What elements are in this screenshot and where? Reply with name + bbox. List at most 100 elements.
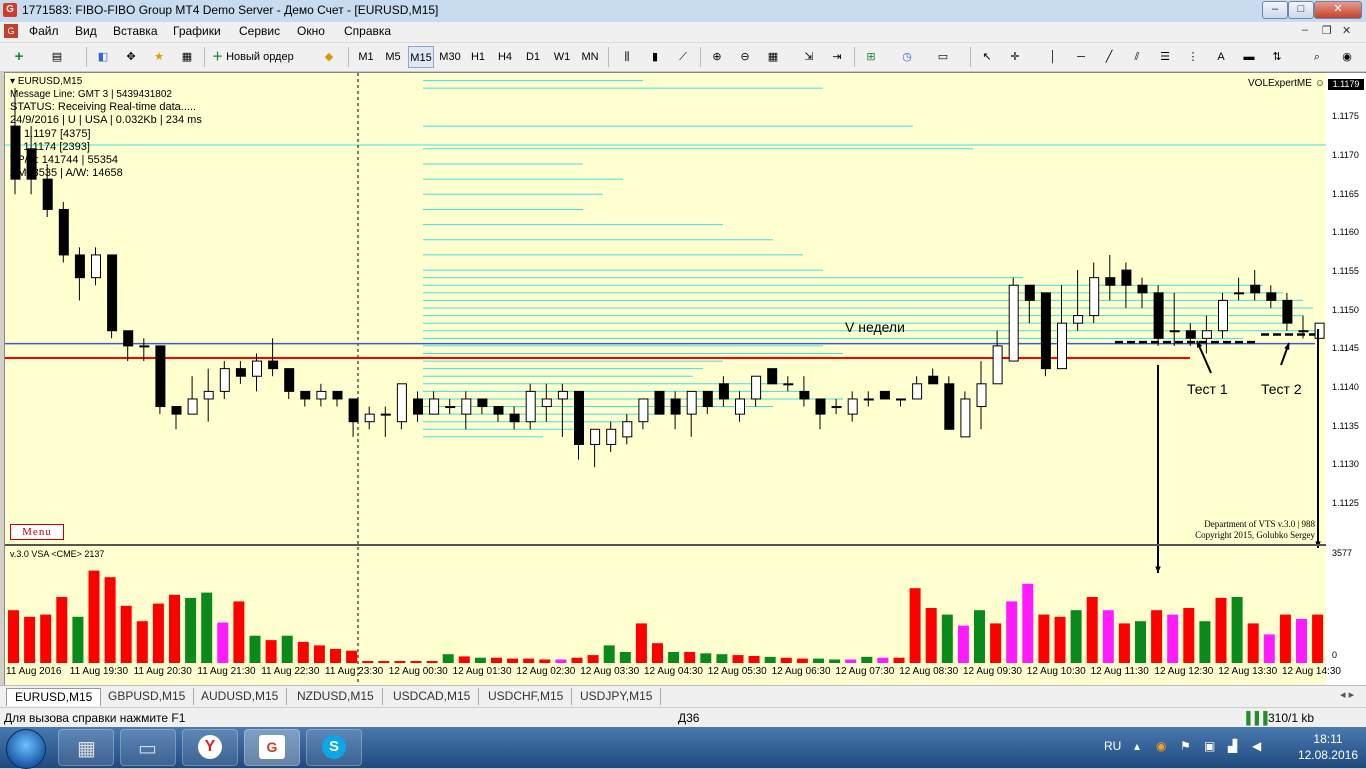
computer-app[interactable]: ▭	[120, 729, 176, 766]
cursor-icon[interactable]: ↖	[976, 46, 998, 68]
autotrading-icon[interactable]: ◆	[318, 46, 340, 68]
tile-windows-icon[interactable]: ▦	[762, 46, 784, 68]
new-order-button[interactable]: ＋ Новый ордер	[212, 46, 312, 68]
community-icon[interactable]: ◉	[1336, 46, 1358, 68]
indicators-icon[interactable]: ⊞	[860, 46, 882, 68]
menu-tools[interactable]: Сервис	[239, 24, 280, 38]
chart-shift-icon[interactable]: ⇥	[826, 46, 848, 68]
terminal-icon[interactable]: ▦	[176, 46, 198, 68]
tray-arrow-icon[interactable]: ▴	[1134, 739, 1140, 753]
zoom-in-icon[interactable]: ⊕	[706, 46, 728, 68]
price-axis[interactable]: 1.1179 1.1175 1.1170 1.1165 1.1160 1.115…	[1326, 72, 1366, 685]
tab-usdjpy[interactable]: USDJPY,M15	[572, 688, 662, 705]
favorites-icon[interactable]: ★	[148, 46, 170, 68]
volume-bar	[652, 643, 663, 663]
tab-usdchf[interactable]: USDCHF,M15	[480, 688, 573, 705]
trendline-icon[interactable]: ╱	[1098, 46, 1120, 68]
text-tool-icon[interactable]: A	[1210, 46, 1232, 68]
tab-usdcad[interactable]: USDCAD,M15	[385, 688, 480, 705]
profiles-icon[interactable]: ▤	[46, 46, 68, 68]
close-button[interactable]: ✕	[1314, 1, 1362, 19]
time-tick: 12 Aug 05:30	[707, 666, 767, 677]
crosshair-icon[interactable]: ✛	[1004, 46, 1026, 68]
candle-body	[751, 375, 762, 400]
price-chart[interactable]	[5, 73, 1331, 685]
price-tick: 1.1135	[1332, 421, 1359, 431]
new-chart-icon[interactable]: +	[8, 46, 30, 68]
volume-bar	[877, 657, 889, 663]
menu-help[interactable]: Справка	[344, 24, 391, 38]
tf-mn-button[interactable]: MN	[578, 46, 602, 68]
skype-app[interactable]: S	[306, 729, 362, 766]
tf-h1-button[interactable]: H1	[466, 46, 490, 68]
tf-m5-button[interactable]: M5	[381, 46, 405, 68]
tab-nzdusd[interactable]: NZDUSD,M15	[289, 688, 383, 705]
tab-audusd[interactable]: AUDUSD,M15	[193, 688, 288, 705]
maximize-button[interactable]: □	[1288, 1, 1314, 19]
time-tick: 11 Aug 2016	[6, 666, 62, 677]
templates-icon[interactable]: ▭	[932, 46, 954, 68]
tab-eurusd[interactable]: EURUSD,M15	[6, 688, 102, 706]
candle-body	[268, 360, 279, 370]
volume-bar	[603, 645, 615, 663]
navigator-icon[interactable]: ✥	[120, 46, 142, 68]
minimize-button[interactable]: –	[1262, 1, 1288, 19]
tf-m1-button[interactable]: M1	[354, 46, 378, 68]
computer-icon: ▭	[138, 738, 157, 760]
tab-gbpusd[interactable]: GBPUSD,M15	[100, 688, 195, 705]
traffic-status[interactable]: 310/1 kb	[1268, 711, 1314, 725]
mdi-close-icon[interactable]: ✕	[1342, 24, 1351, 37]
menu-file[interactable]: Файл	[29, 24, 59, 38]
candle-body	[622, 421, 633, 438]
line-chart-icon[interactable]: ⟋	[672, 46, 694, 68]
tf-m15-button[interactable]: M15	[408, 46, 434, 68]
chart-window[interactable]: ▾ EURUSD,M15 Message Line: GMT 3 | 54394…	[4, 72, 1332, 686]
mdi-restore-icon[interactable]: ❐	[1322, 24, 1332, 37]
tf-h4-button[interactable]: H4	[493, 46, 517, 68]
time-tick: 12 Aug 04:30	[644, 666, 703, 677]
tray-app-icon[interactable]: ◉	[1156, 739, 1166, 753]
menu-charts[interactable]: Графики	[173, 24, 221, 38]
menu-view[interactable]: Вид	[75, 24, 97, 38]
candle-body	[42, 178, 53, 210]
menu-window[interactable]: Окно	[297, 24, 325, 38]
candle-body	[413, 398, 423, 415]
tf-d1-button[interactable]: D1	[521, 46, 545, 68]
calculator-app[interactable]: ▦	[58, 729, 114, 766]
market-watch-icon[interactable]: ◧	[92, 46, 114, 68]
mdi-minimize-icon[interactable]: –	[1302, 24, 1308, 36]
search-icon[interactable]: ⌕	[1306, 46, 1328, 68]
menu-insert[interactable]: Вставка	[113, 24, 158, 38]
tf-w1-button[interactable]: W1	[549, 46, 575, 68]
clock[interactable]: 18:11 12.08.2016	[1298, 731, 1358, 763]
horizontal-line-icon[interactable]: ─	[1070, 46, 1092, 68]
fibogroup-app[interactable]: G	[244, 729, 300, 766]
vertical-line-icon[interactable]: │	[1042, 46, 1064, 68]
tf-m30-button[interactable]: M30	[437, 46, 463, 68]
fibo-fan-icon[interactable]: ⋮	[1182, 46, 1204, 68]
candle-body	[300, 390, 311, 400]
menu-button[interactable]: Menu	[10, 524, 64, 540]
volume-icon[interactable]: ◀	[1252, 739, 1261, 753]
start-button[interactable]	[6, 729, 46, 769]
volume-bar	[72, 616, 84, 663]
zoom-out-icon[interactable]: ⊖	[734, 46, 756, 68]
yandex-browser-app[interactable]: Y	[182, 729, 238, 766]
tab-scroll-icon[interactable]: ◂ ▸	[1340, 688, 1354, 701]
candle-body	[944, 383, 955, 430]
language-indicator[interactable]: RU	[1104, 739, 1121, 753]
subwindow-separator[interactable]	[5, 544, 1331, 546]
auto-scroll-icon[interactable]: ⇲	[798, 46, 820, 68]
channel-icon[interactable]: ⫽	[1126, 46, 1148, 68]
volume-annotation: V недели	[845, 319, 905, 335]
candlestick-icon[interactable]: ▮	[644, 46, 666, 68]
fibo-icon[interactable]: ☰	[1154, 46, 1176, 68]
arrows-icon[interactable]: ⇅	[1266, 46, 1288, 68]
label-tool-icon[interactable]: ▬	[1238, 46, 1260, 68]
periods-icon[interactable]: ◷	[896, 46, 918, 68]
document-icon[interactable]: G	[4, 24, 18, 38]
network-icon[interactable]: ▟	[1228, 739, 1237, 753]
tray-flag-icon[interactable]: ⚑	[1180, 739, 1191, 753]
bar-chart-icon[interactable]: ⫼	[616, 46, 638, 68]
tray-device-icon[interactable]: ▣	[1204, 739, 1215, 753]
